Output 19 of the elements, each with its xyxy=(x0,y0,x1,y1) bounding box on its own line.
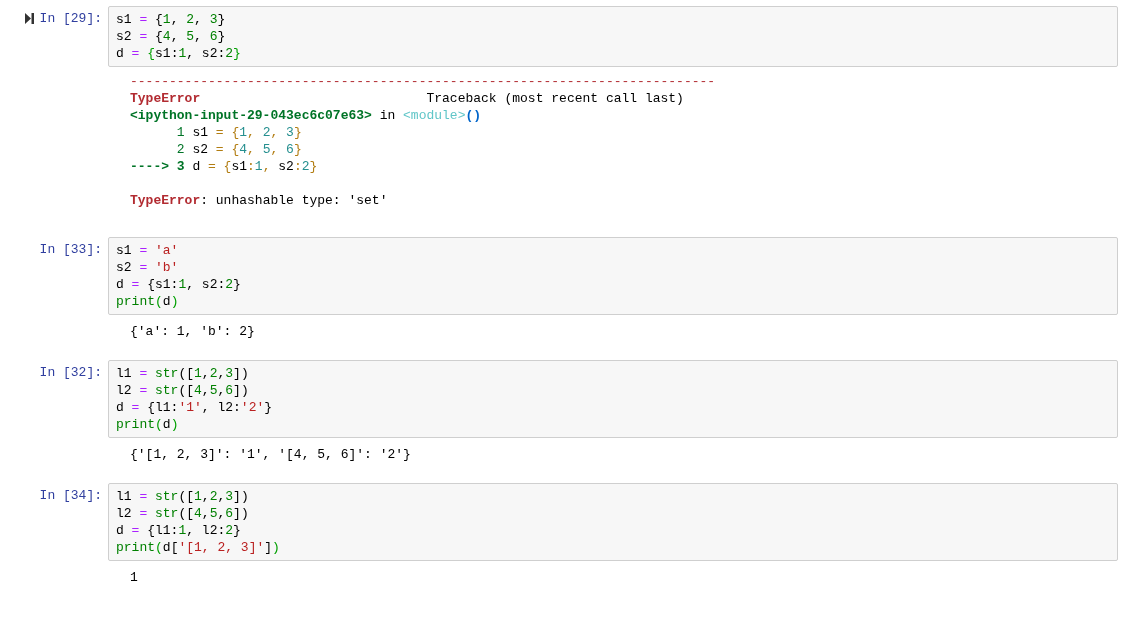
traceback-line: ----> 3 d = {s1:1, s2:2} xyxy=(130,158,319,175)
code-input[interactable]: l1 = str([1,2,3]) l2 = str([4,5,6]) d = {l1:1, l2:2} print(d['[1, 2, 3]']) xyxy=(108,483,1118,561)
input-prompt: In [34]: xyxy=(39,487,102,504)
traceback-line: <ipython-input-29-043ec6c07e63> in <module>() xyxy=(130,107,483,124)
code-input[interactable]: s1 = 'a' s2 = 'b' d = {s1:1, s2:2} print(d) xyxy=(108,237,1118,315)
traceback-line: --------------------------------------------------------------------------- xyxy=(130,73,717,90)
input-prompt: In [32]: xyxy=(39,364,102,381)
run-cell-icon[interactable] xyxy=(24,13,34,24)
output-text: {'a': 1, 'b': 2} xyxy=(130,323,256,340)
code-input[interactable]: s1 = {1, 2, 3} s2 = {4, 5, 6} d = {s1:1, s2:2} xyxy=(108,6,1118,67)
traceback-line: 1 s1 = {1, 2, 3} xyxy=(175,124,303,141)
output-text: 1 xyxy=(130,569,139,586)
traceback-line: TypeError Traceback (most recent call last) xyxy=(130,90,685,107)
output-text: {'[1, 2, 3]': '1', '[4, 5, 6]': '2'} xyxy=(130,446,412,463)
traceback-line: 2 s2 = {4, 5, 6} xyxy=(175,141,303,158)
code-input[interactable]: l1 = str([1,2,3]) l2 = str([4,5,6]) d = {l1:'1', l2:'2'} print(d) xyxy=(108,360,1118,438)
error-message: TypeError: unhashable type: 'set' xyxy=(130,192,389,209)
input-prompt: In [33]: xyxy=(39,241,102,258)
input-prompt: In [29]: xyxy=(39,10,102,27)
